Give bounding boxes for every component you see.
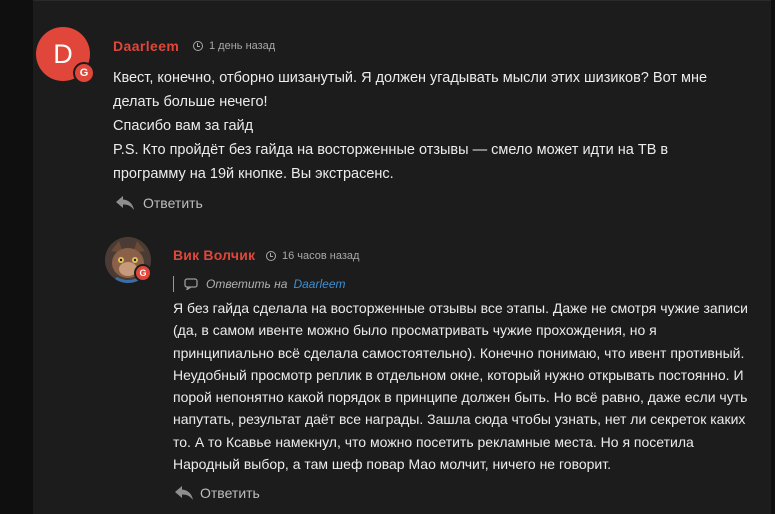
comment-line: Спасибо вам за гайд [113,118,254,134]
comment-time-text: 1 день назад [209,40,276,52]
comment-time: 16 часов назад [266,250,359,262]
google-badge-icon: G [134,264,152,282]
google-badge-icon: G [73,62,95,84]
reply-arrow-icon [175,486,193,500]
comment-line: порой непонятно какой порядок в принципе… [173,389,748,406]
comment-line: принципиально всё сделала самостоятельно… [173,344,745,361]
reply-button[interactable]: Ответить [115,195,203,211]
comments-panel: D G Daarleem 1 день назад Квест, конечно… [33,0,771,514]
comment-body: Квест, конечно, отборно шизанутый. Я дол… [113,66,763,186]
reply-arrow-icon [116,196,134,210]
comment-line: Неудобный просмотр реплик в отдельном ок… [173,366,744,383]
reply-to-link[interactable]: Daarleem [293,277,345,291]
reply-button[interactable]: Ответить [174,485,260,501]
reply-to-prefix: Ответить на [206,277,288,291]
clock-icon [193,41,203,51]
reply-label: Ответить [200,485,260,501]
clock-icon [266,251,276,261]
reply-label: Ответить [143,195,203,211]
comment-line: делать больше нечего! [113,94,268,110]
comment-line: программу на 19й кнопке. Вы экстрасенс. [113,166,394,182]
reply-to-reference: Ответить на Daarleem [173,276,346,292]
comment-line: Квест, конечно, отборно шизанутый. Я дол… [113,70,708,86]
comment-line: то. А то Ксавье намекнул, что можно посе… [173,433,694,450]
comment-line: напутать, результат даёт все награды. За… [173,411,746,428]
comment-body: Я без гайда сделала на восторженные отзы… [173,297,768,475]
comment-author[interactable]: Вик Волчик [173,247,255,263]
comment-author[interactable]: Daarleem [113,38,179,54]
comment-line: P.S. Кто пройдёт без гайда на восторженн… [113,142,669,158]
divider [33,0,771,1]
comment-time-text: 16 часов назад [282,250,360,262]
comment-line: (да, в самом ивенте можно было просматри… [173,322,657,339]
chat-bubble-icon [184,278,198,290]
comment-line: Народный выбор, а там шеф повар Мао молч… [173,456,611,473]
comment-line: Я без гайда сделала на восторженные отзы… [173,300,748,316]
comment-time: 1 день назад [193,40,275,52]
